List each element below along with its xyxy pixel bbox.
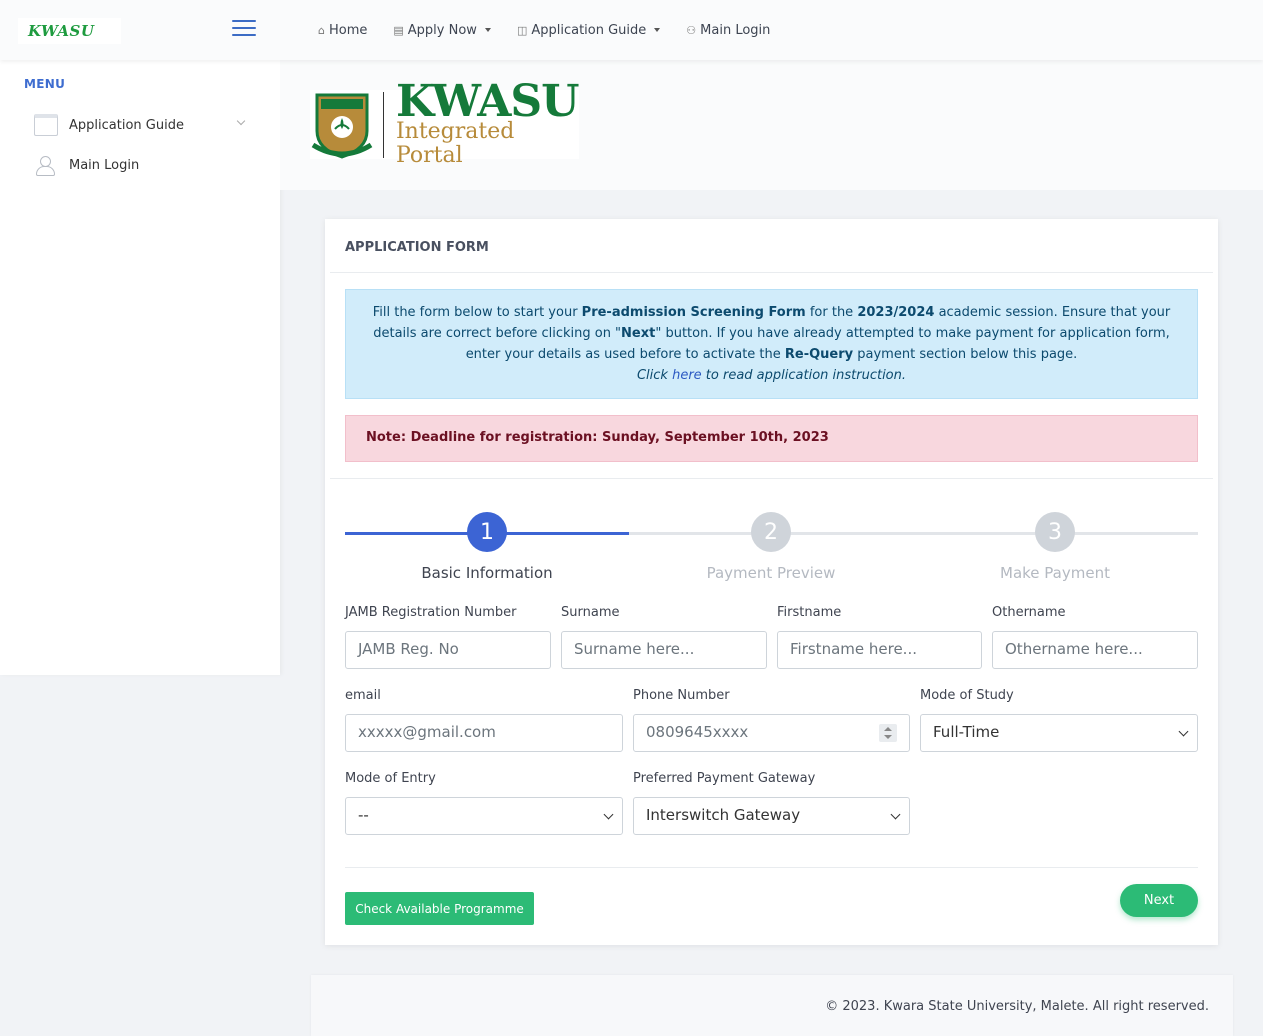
brand-name: KWASU bbox=[28, 22, 95, 40]
phone-input[interactable]: 0809645xxxx bbox=[633, 714, 910, 752]
othername-label: Othername bbox=[992, 605, 1066, 620]
step-2-circle[interactable]: 2 bbox=[751, 512, 791, 552]
brand-logo[interactable]: KWASU bbox=[18, 18, 121, 44]
nav-home-label: Home bbox=[328, 22, 368, 38]
step-1-label: Basic Information bbox=[421, 564, 553, 582]
book-icon: ◫ bbox=[516, 23, 528, 37]
next-button[interactable]: Next bbox=[1120, 884, 1198, 917]
info-text: payment section below this page. bbox=[853, 347, 1078, 362]
step-3-label: Make Payment bbox=[1000, 564, 1110, 582]
users-icon bbox=[34, 154, 58, 176]
university-crest-icon bbox=[311, 91, 373, 159]
kwasu-portal-logo: KWASU Integrated Portal bbox=[310, 79, 580, 167]
email-input[interactable]: xxxxx@gmail.com bbox=[345, 714, 623, 752]
card-title: APPLICATION FORM bbox=[345, 240, 489, 255]
surname-input[interactable]: Surname here... bbox=[561, 631, 767, 669]
mode-of-entry-label: Mode of Entry bbox=[345, 771, 436, 786]
page-banner: KWASU Integrated Portal bbox=[280, 60, 1263, 190]
step-3-circle[interactable]: 3 bbox=[1035, 512, 1075, 552]
nav-application-guide-label: Application Guide bbox=[531, 22, 647, 38]
info-text: Click bbox=[636, 368, 673, 383]
info-bold: Next bbox=[621, 326, 656, 341]
info-bold: Re-Query bbox=[784, 347, 854, 362]
nav-home[interactable]: ⌂ Home bbox=[318, 23, 367, 38]
sidebar-item-label: Application Guide bbox=[69, 117, 184, 133]
nav-main-login-label: Main Login bbox=[700, 22, 771, 38]
sidebar-item-application-guide[interactable]: Application Guide bbox=[34, 113, 254, 137]
nav-apply-now[interactable]: ▤ Apply Now bbox=[393, 23, 491, 38]
step-1-circle[interactable]: 1 bbox=[467, 512, 507, 552]
info-alert: Fill the form below to start your Pre-ad… bbox=[345, 289, 1198, 399]
top-nav: ⌂ Home ▤ Apply Now ◫ Application Guide ⚇… bbox=[318, 0, 796, 60]
info-bold: Pre-admission Screening Form bbox=[581, 305, 806, 320]
instruction-link[interactable]: here bbox=[672, 368, 702, 383]
surname-label: Surname bbox=[561, 605, 620, 620]
application-form-card: APPLICATION FORM Fill the form below to … bbox=[325, 219, 1218, 945]
mode-of-study-label: Mode of Study bbox=[920, 688, 1014, 703]
copyright-text: © 2023. Kwara State University, Malete. … bbox=[825, 999, 1209, 1014]
sidebar-menu-title: MENU bbox=[24, 77, 66, 91]
number-spinner-icon[interactable] bbox=[879, 724, 897, 742]
info-text: Fill the form below to start your bbox=[372, 305, 582, 320]
sidebar-item-label: Main Login bbox=[69, 157, 140, 173]
firstname-label: Firstname bbox=[777, 605, 842, 620]
deadline-alert: Note: Deadline for registration: Sunday,… bbox=[345, 415, 1198, 462]
caret-down-icon bbox=[654, 28, 661, 32]
step-2-label: Payment Preview bbox=[706, 564, 836, 582]
payment-gateway-label: Preferred Payment Gateway bbox=[633, 771, 816, 786]
hamburger-menu-icon[interactable] bbox=[232, 20, 256, 36]
footer: © 2023. Kwara State University, Malete. … bbox=[311, 975, 1233, 1036]
check-programme-button[interactable]: Check Available Programme bbox=[345, 892, 534, 925]
logo-subtitle: Integrated Portal bbox=[395, 118, 515, 168]
mode-of-entry-select[interactable]: -- bbox=[345, 797, 623, 835]
divider bbox=[330, 272, 1213, 273]
phone-placeholder: 0809645xxxx bbox=[646, 723, 749, 741]
top-navbar: KWASU ⌂ Home ▤ Apply Now ◫ Application G… bbox=[0, 0, 1263, 60]
calendar-icon bbox=[34, 114, 58, 136]
jamb-reg-input[interactable]: JAMB Reg. No bbox=[345, 631, 551, 669]
caret-down-icon bbox=[484, 28, 491, 32]
document-icon: ▤ bbox=[393, 23, 404, 37]
othername-input[interactable]: Othername here... bbox=[992, 631, 1198, 669]
mode-of-study-select[interactable]: Full-Time bbox=[920, 714, 1198, 752]
email-label: email bbox=[345, 688, 381, 703]
logo-divider bbox=[383, 91, 384, 158]
jamb-label: JAMB Registration Number bbox=[345, 605, 517, 620]
info-text: to read application instruction. bbox=[701, 368, 907, 383]
phone-label: Phone Number bbox=[633, 688, 730, 703]
sidebar: MENU Application Guide Main Login bbox=[0, 60, 280, 675]
divider bbox=[330, 478, 1213, 479]
nav-apply-now-label: Apply Now bbox=[407, 22, 477, 38]
chevron-down-icon bbox=[236, 116, 246, 126]
nav-application-guide[interactable]: ◫ Application Guide bbox=[516, 22, 661, 38]
info-text: for the bbox=[805, 305, 858, 320]
firstname-input[interactable]: Firstname here... bbox=[777, 631, 982, 669]
logo-title: KWASU bbox=[395, 75, 580, 127]
users-icon: ⚇ bbox=[686, 23, 697, 37]
info-bold: 2023/2024 bbox=[857, 305, 935, 320]
payment-gateway-select[interactable]: Interswitch Gateway bbox=[633, 797, 910, 835]
nav-main-login[interactable]: ⚇ Main Login bbox=[686, 23, 770, 38]
home-icon: ⌂ bbox=[318, 23, 325, 37]
sidebar-item-main-login[interactable]: Main Login bbox=[34, 153, 254, 177]
divider bbox=[345, 867, 1198, 868]
step-progress-track bbox=[629, 532, 1198, 535]
